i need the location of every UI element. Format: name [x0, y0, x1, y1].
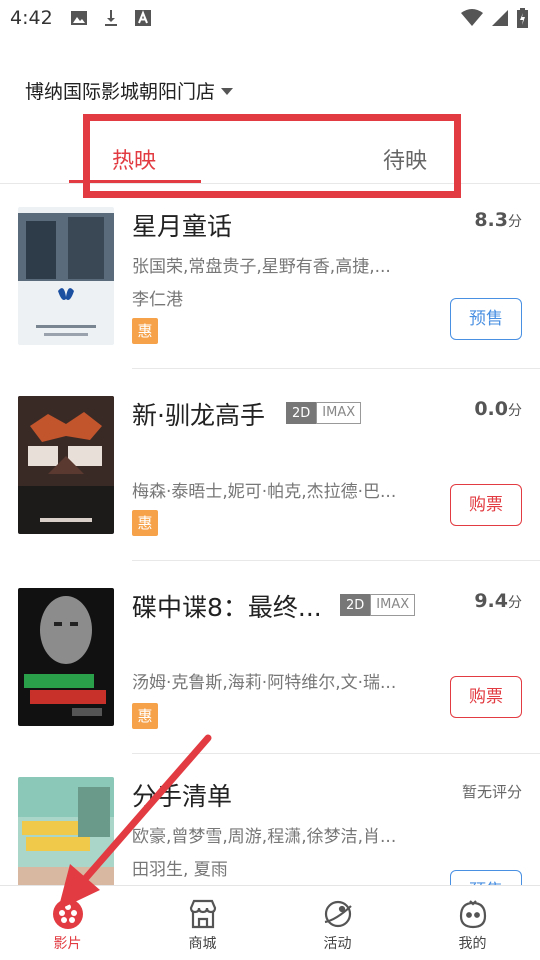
nav-item-activities[interactable]: 活动 [270, 886, 405, 960]
movie-score: 8.3分 [474, 209, 522, 231]
wifi-icon [461, 9, 483, 26]
movie-score: 暂无评分 [461, 783, 522, 801]
movie-director: 田羽生, 夏雨 [132, 860, 228, 880]
tab-now-showing[interactable]: 热映 [112, 143, 156, 175]
divider [132, 560, 540, 561]
planet-icon [324, 900, 352, 928]
movie-title: 分手清单 [132, 782, 233, 811]
movie-score: 9.4分 [474, 590, 522, 612]
movie-poster[interactable] [18, 396, 114, 534]
movie-tabs: 热映 待映 [0, 128, 540, 184]
status-bar: 4:42 [0, 0, 540, 38]
status-time: 4:42 [10, 7, 53, 29]
tab-coming-soon[interactable]: 待映 [383, 143, 427, 175]
divider [132, 753, 540, 754]
discount-badge: 惠 [132, 510, 158, 536]
movie-title: 碟中谍8：最终... [132, 593, 322, 622]
movie-cast: 张国荣,常盘贵子,星野有香,高捷,... [132, 257, 391, 277]
badge-imax: IMAX [370, 594, 416, 616]
movie-score: 0.0分 [474, 398, 522, 420]
nav-item-movies[interactable]: 影片 [0, 886, 135, 960]
format-badges: 2D IMAX [286, 402, 362, 424]
movie-cast: 梅森·泰晤士,妮可·帕克,杰拉德·巴... [132, 482, 397, 502]
buy-ticket-button[interactable]: 购票 [450, 484, 522, 526]
nav-label: 影片 [53, 936, 82, 952]
bottom-nav: 影片 商城 活动 我的 [0, 885, 540, 960]
movie-item[interactable]: 新·驯龙高手 2D IMAX 0.0分 梅森·泰晤士,妮可·帕克,杰拉德·巴..… [0, 396, 540, 586]
movie-cast: 汤姆·克鲁斯,海莉·阿特维尔,文·瑞... [132, 673, 397, 693]
nav-label: 商城 [188, 936, 217, 952]
format-badges: 2D IMAX [340, 594, 416, 616]
signal-icon [492, 10, 508, 26]
nav-item-profile[interactable]: 我的 [405, 886, 540, 960]
movie-poster[interactable] [18, 207, 114, 345]
nav-label: 活动 [323, 936, 352, 952]
battery-icon [517, 8, 528, 28]
movie-director: 李仁港 [132, 290, 183, 310]
movie-item[interactable]: 碟中谍8：最终... 2D IMAX 9.4分 汤姆·克鲁斯,海莉·阿特维尔,文… [0, 588, 540, 778]
divider [132, 368, 540, 369]
nav-label: 我的 [458, 936, 487, 952]
movie-item[interactable]: 星月童话 8.3分 张国荣,常盘贵子,星野有香,高捷,... 李仁港 惠 预售 [0, 207, 540, 397]
discount-badge: 惠 [132, 703, 158, 729]
image-icon [71, 11, 87, 25]
badge-2d: 2D [286, 402, 317, 424]
nav-item-store[interactable]: 商城 [135, 886, 270, 960]
caret-down-icon [221, 88, 234, 95]
movie-title: 新·驯龙高手 [132, 401, 265, 430]
cinema-selector[interactable]: 博纳国际影城朝阳门店 [25, 77, 234, 104]
film-reel-icon [52, 899, 83, 929]
movie-poster[interactable] [18, 588, 114, 726]
presale-button[interactable]: 预售 [450, 298, 522, 340]
buy-ticket-button[interactable]: 购票 [450, 676, 522, 718]
font-icon [135, 10, 151, 26]
download-icon [105, 10, 117, 26]
cinema-name: 博纳国际影城朝阳门店 [25, 81, 216, 103]
active-tab-indicator [69, 180, 201, 183]
movie-cast: 欧豪,曾梦雪,周游,程潇,徐梦洁,肖... [132, 827, 397, 847]
store-icon [189, 899, 216, 929]
movie-title: 星月童话 [132, 212, 233, 241]
smiley-face-icon [459, 900, 486, 929]
discount-badge: 惠 [132, 318, 158, 344]
badge-imax: IMAX [316, 402, 362, 424]
badge-2d: 2D [340, 594, 371, 616]
